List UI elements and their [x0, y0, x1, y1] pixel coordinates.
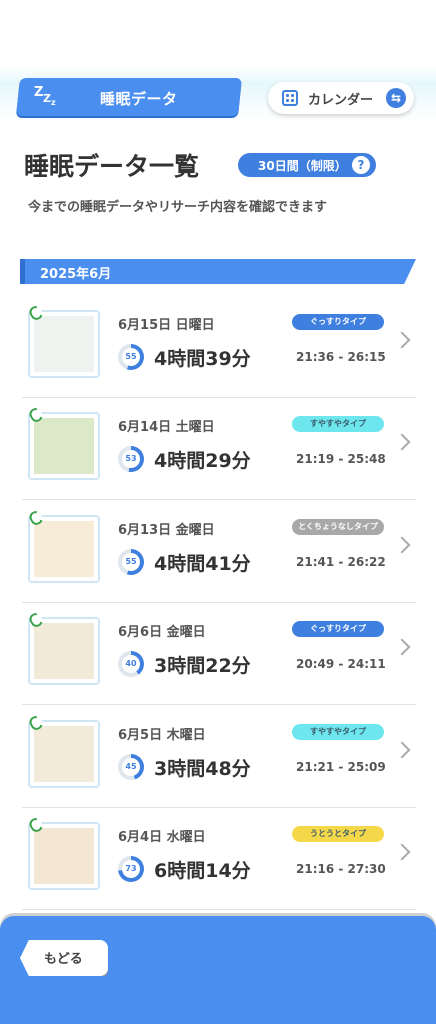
score-value: 53	[122, 450, 140, 468]
month-label: 2025年6月	[40, 267, 112, 282]
sleep-thumbnail	[28, 310, 100, 378]
score-ring: 53	[118, 446, 144, 472]
calendar-label: カレンダー	[308, 93, 374, 108]
sleep-entry-row[interactable]: 6月13日 金曜日 55 4時間41分 とくちょうなしタイプ 21:41 - 2…	[22, 501, 416, 603]
sleep-thumbnail-image	[34, 418, 94, 474]
sleep-duration: 4時間39分	[154, 348, 251, 370]
sleep-thumbnail	[28, 720, 100, 788]
days-limit-label: 30日間（制限）	[258, 159, 347, 173]
sleep-thumbnail-image	[34, 726, 94, 782]
sleep-entry-row[interactable]: 6月6日 金曜日 40 3時間22分 ぐっすりタイプ 20:49 - 24:11	[22, 603, 416, 705]
page-title: 睡眠データ一覧	[24, 152, 200, 181]
sleep-duration: 4時間41分	[154, 553, 251, 575]
score-value: 45	[122, 758, 140, 776]
sleep-entry-row[interactable]: 6月14日 土曜日 53 4時間29分 すやすやタイプ 21:19 - 25:4…	[22, 398, 416, 500]
score-ring: 55	[118, 344, 144, 370]
sleep-entry-row[interactable]: 6月4日 水曜日 73 6時間14分 うとうとタイプ 21:16 - 27:30	[22, 808, 416, 910]
sleep-thumbnail	[28, 617, 100, 685]
sleep-data-tab-content: Z Z z 睡眠データ	[18, 78, 240, 116]
swap-icon: ⇆	[386, 88, 406, 108]
days-limit-badge[interactable]: 30日間（制限） ?	[238, 153, 376, 177]
sleep-thumbnail	[28, 515, 100, 583]
chevron-right-icon[interactable]	[393, 843, 411, 861]
calendar-icon	[282, 90, 298, 106]
sleep-time-range: 20:49 - 24:11	[296, 657, 386, 671]
sleep-time-range: 21:16 - 27:30	[296, 862, 386, 876]
help-icon[interactable]: ?	[352, 156, 370, 174]
entry-date: 6月13日 金曜日	[118, 523, 215, 538]
chevron-right-icon[interactable]	[393, 638, 411, 656]
score-ring: 55	[118, 549, 144, 575]
sleep-type-badge: ぐっすりタイプ	[292, 621, 384, 637]
score-value: 55	[122, 553, 140, 571]
sleep-thumbnail-image	[34, 316, 94, 372]
sleep-time-range: 21:41 - 26:22	[296, 555, 386, 569]
sleep-duration: 6時間14分	[154, 860, 251, 882]
page-subtitle: 今までの睡眠データやリサーチ内容を確認できます	[28, 200, 328, 215]
sleep-thumbnail-image	[34, 521, 94, 577]
sleep-thumbnail-image	[34, 623, 94, 679]
month-header-accent	[20, 259, 25, 284]
sleep-entry-row[interactable]: 6月5日 木曜日 45 3時間48分 すやすやタイプ 21:21 - 25:09	[22, 706, 416, 808]
sleep-thumbnail	[28, 412, 100, 480]
sleep-type-badge: とくちょうなしタイプ	[292, 519, 384, 535]
entry-date: 6月15日 日曜日	[118, 318, 215, 333]
score-ring: 40	[118, 651, 144, 677]
score-value: 40	[122, 655, 140, 673]
score-ring: 73	[118, 856, 144, 882]
score-ring: 45	[118, 754, 144, 780]
sleep-data-tab-title: 睡眠データ	[100, 90, 178, 108]
sleep-time-range: 21:21 - 25:09	[296, 760, 386, 774]
zzz-icon: Z Z z	[34, 85, 56, 107]
sleep-thumbnail-image	[34, 828, 94, 884]
score-value: 55	[122, 348, 140, 366]
sleep-type-badge: すやすやタイプ	[292, 724, 384, 740]
entry-date: 6月14日 土曜日	[118, 420, 215, 435]
chevron-right-icon[interactable]	[393, 741, 411, 759]
score-value: 73	[122, 860, 140, 878]
sleep-type-badge: ぐっすりタイプ	[292, 314, 384, 330]
sleep-type-badge: うとうとタイプ	[292, 826, 384, 842]
chevron-right-icon[interactable]	[393, 536, 411, 554]
sleep-entry-row[interactable]: 6月15日 日曜日 55 4時間39分 ぐっすりタイプ 21:36 - 26:1…	[22, 296, 416, 398]
entry-date: 6月4日 水曜日	[118, 830, 206, 845]
entry-date: 6月5日 木曜日	[118, 728, 206, 743]
chevron-right-icon[interactable]	[393, 433, 411, 451]
calendar-button[interactable]: カレンダー ⇆	[268, 82, 414, 114]
sleep-type-badge: すやすやタイプ	[292, 416, 384, 432]
sleep-duration: 4時間29分	[154, 450, 251, 472]
back-button-label: もどる	[44, 952, 83, 967]
sleep-thumbnail	[28, 822, 100, 890]
sleep-time-range: 21:19 - 25:48	[296, 452, 386, 466]
sleep-time-range: 21:36 - 26:15	[296, 350, 386, 364]
entry-date: 6月6日 金曜日	[118, 625, 206, 640]
chevron-right-icon[interactable]	[393, 331, 411, 349]
sleep-duration: 3時間48分	[154, 758, 251, 780]
sleep-duration: 3時間22分	[154, 655, 251, 677]
